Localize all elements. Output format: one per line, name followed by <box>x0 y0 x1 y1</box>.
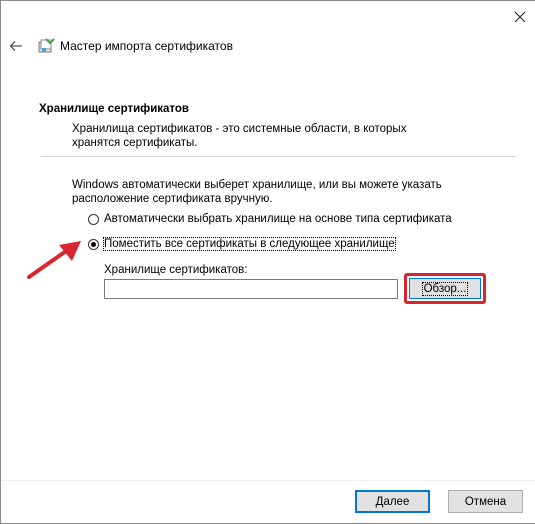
section-description: Хранилища сертификатов - это системные о… <box>72 123 407 149</box>
certificate-wizard-icon <box>38 38 55 53</box>
back-arrow-icon <box>9 41 22 51</box>
next-button[interactable]: Далее <box>355 490 430 513</box>
browse-button[interactable]: Обзор... <box>409 278 481 299</box>
radio-manual-option[interactable]: Поместить все сертификаты в следующее хр… <box>88 237 396 251</box>
radio-manual-button[interactable] <box>88 238 99 250</box>
radio-manual-label[interactable]: Поместить все сертификаты в следующее хр… <box>103 237 396 251</box>
radio-auto-label[interactable]: Автоматически выбрать хранилище на основ… <box>104 213 452 225</box>
cancel-button[interactable]: Отмена <box>448 490 523 513</box>
back-button[interactable] <box>7 37 25 55</box>
store-input[interactable] <box>104 279 398 299</box>
intro-text: Windows автоматически выберет хранилище,… <box>72 179 442 205</box>
wizard-window: Мастер импорта сертификатов Хранилище се… <box>0 0 535 524</box>
header-divider <box>41 156 516 157</box>
next-button-label: Далее <box>375 495 410 508</box>
footer-divider <box>1 480 535 481</box>
store-label: Хранилище сертификатов: <box>104 264 248 276</box>
close-icon <box>514 11 526 23</box>
radio-auto-option[interactable]: Автоматически выбрать хранилище на основ… <box>88 213 452 225</box>
window-title: Мастер импорта сертификатов <box>60 39 233 53</box>
radio-auto-button[interactable] <box>88 213 99 225</box>
section-title: Хранилище сертификатов <box>39 103 189 115</box>
browse-button-label: Обзор... <box>421 281 469 296</box>
annotation-arrow-icon <box>27 241 81 279</box>
close-button[interactable] <box>507 5 533 29</box>
cancel-button-label: Отмена <box>464 495 507 508</box>
